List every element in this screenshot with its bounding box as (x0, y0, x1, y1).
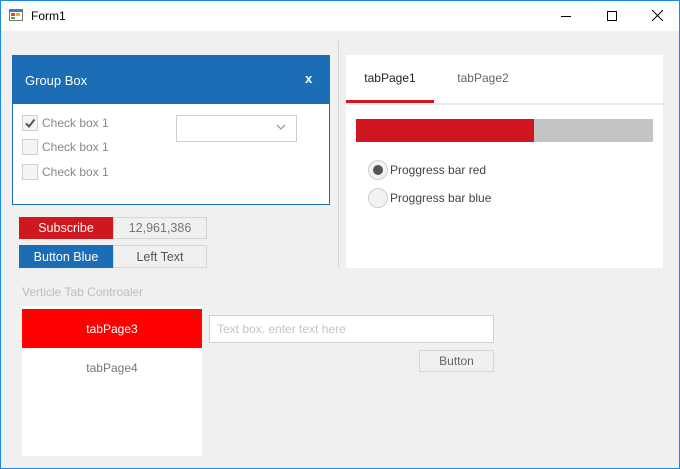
radio-label: Proggress bar blue (390, 191, 492, 205)
tab-page-4[interactable]: tabPage4 (22, 348, 202, 387)
title-bar: Form1 (0, 0, 680, 31)
checkbox-label: Check box 1 (42, 140, 109, 154)
tab-control: tabPage1 tabPage2 Proggress bar red Prog… (346, 55, 663, 268)
close-icon (651, 10, 663, 21)
group-box-close-button[interactable]: x (305, 71, 312, 86)
group-box-title: Group Box (25, 73, 88, 88)
maximize-button[interactable] (589, 0, 635, 31)
subscriber-count: 12,961,386 (113, 217, 207, 239)
progress-bar (356, 119, 653, 142)
checkbox-box[interactable] (22, 164, 38, 180)
text-box[interactable]: Text box. enter text here (209, 315, 494, 343)
radio-label: Proggress bar red (390, 163, 487, 177)
tab-page-2[interactable]: tabPage2 (434, 55, 532, 101)
vertical-tab-title: Verticle Tab Controaler (22, 285, 144, 299)
tab-page-1[interactable]: tabPage1 (346, 55, 434, 101)
checkbox-box[interactable] (22, 139, 38, 155)
group-box-header: Group Box x (13, 56, 329, 104)
chevron-down-icon[interactable] (276, 124, 286, 131)
subscribe-button[interactable]: Subscribe (19, 217, 113, 239)
progress-bar-fill (356, 119, 535, 142)
checkbox-3[interactable]: Check box 1 (22, 163, 109, 181)
button[interactable]: Button (419, 350, 494, 372)
radio-progress-blue[interactable]: Proggress bar blue (368, 188, 491, 208)
group-box: Group Box x Check box 1 Check box 1 Chec… (12, 55, 330, 205)
checkmark-icon (25, 118, 36, 129)
radio-button[interactable] (368, 188, 388, 208)
radio-button[interactable] (368, 160, 388, 180)
maximize-icon (607, 10, 617, 21)
close-button[interactable] (634, 0, 680, 31)
minimize-button[interactable] (543, 0, 589, 31)
left-text-label: Left Text (113, 245, 207, 268)
vertical-tab-panel: tabPage3 tabPage4 (22, 306, 202, 456)
form-app-icon[interactable] (9, 8, 23, 22)
checkbox-label: Check box 1 (42, 116, 109, 130)
minimize-icon (561, 15, 571, 17)
checkbox-box[interactable] (22, 115, 38, 131)
vertical-divider (338, 41, 339, 267)
checkbox-2[interactable]: Check box 1 (22, 138, 109, 156)
checkbox-label: Check box 1 (42, 165, 109, 179)
tab-separator (346, 103, 663, 105)
checkbox-1[interactable]: Check box 1 (22, 114, 109, 132)
combo-box[interactable] (176, 115, 297, 142)
button-blue[interactable]: Button Blue (19, 245, 113, 268)
window-title: Form1 (31, 9, 66, 23)
radio-dot (373, 165, 383, 175)
tab-page-3[interactable]: tabPage3 (22, 309, 202, 348)
radio-progress-red[interactable]: Proggress bar red (368, 160, 486, 180)
